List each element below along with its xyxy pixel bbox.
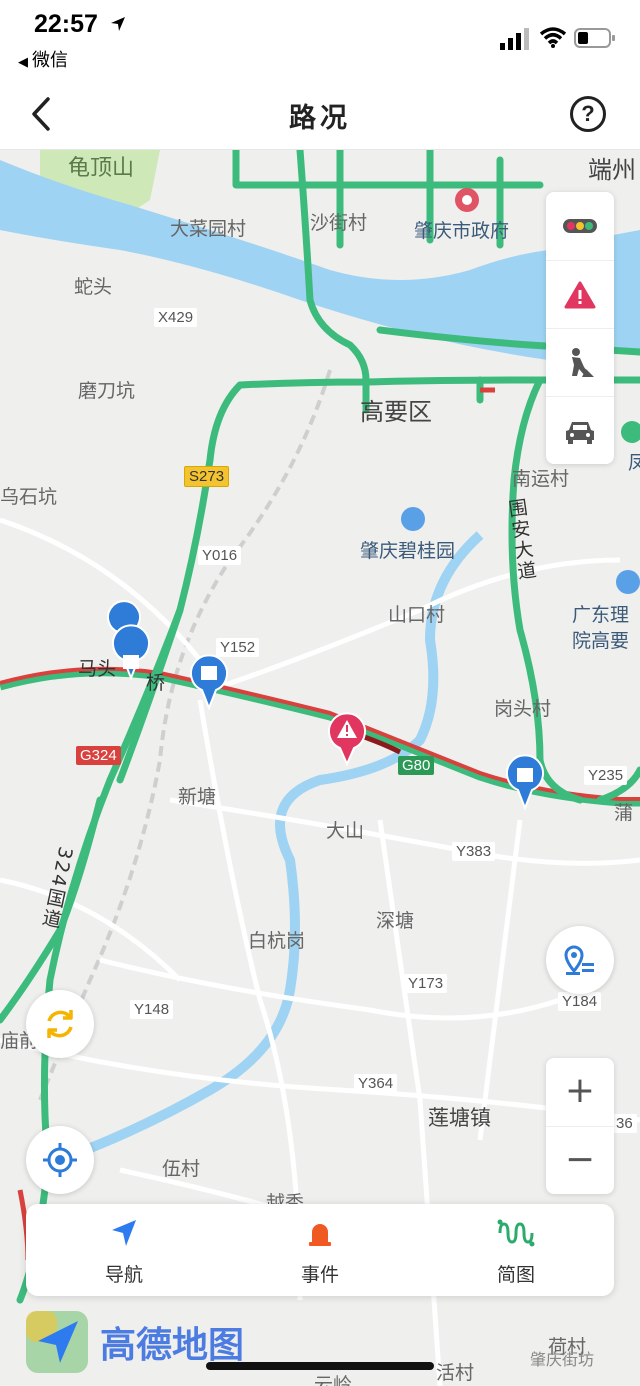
traffic-map[interactable]: 龟顶山 大菜园村 沙街村 肇庆市政府 端州 蛇头 磨刀坑 高要区 乌石坑 南运村… <box>0 150 640 1386</box>
place-label: 马头 <box>78 658 117 680</box>
estate-poi-marker <box>401 507 425 531</box>
warning-icon <box>564 281 596 308</box>
back-app-label: 微信 <box>32 50 68 71</box>
wifi-icon <box>540 27 566 48</box>
battery-icon <box>574 28 615 48</box>
road-shield: 36 <box>612 1114 637 1133</box>
crosshair-icon <box>43 1143 77 1177</box>
place-label: 深塘 <box>376 910 415 932</box>
vehicle-layer-button[interactable] <box>546 396 614 464</box>
route-button[interactable] <box>546 926 614 994</box>
nav-header: 路况 ? <box>0 80 640 150</box>
car-icon <box>566 421 594 444</box>
road-shield: G324 <box>76 746 121 765</box>
tab-events[interactable]: 事件 <box>222 1204 418 1296</box>
help-icon[interactable]: ? <box>570 96 606 132</box>
town-label: 莲塘镇 <box>428 1106 491 1130</box>
page-title: 路况 <box>289 103 351 134</box>
poi-label: 肇庆碧桂园 <box>360 540 456 562</box>
place-label: 山口村 <box>388 604 446 626</box>
place-label: 乌石坑 <box>0 486 58 508</box>
accident-marker[interactable] <box>328 712 366 767</box>
place-label: 蒲 <box>614 802 634 824</box>
place-label: 云岭 <box>314 1374 353 1386</box>
place-label: 大菜园村 <box>170 218 247 240</box>
back-triangle-icon: ◀ <box>18 55 28 70</box>
refresh-icon <box>47 1010 73 1038</box>
place-label: 伍村 <box>162 1158 201 1180</box>
school-poi-marker <box>616 570 640 594</box>
park-poi-marker <box>621 421 640 443</box>
screen: { "status_bar": { "time": "22:57", "back… <box>0 0 640 1386</box>
poi-label: 院高要 <box>572 630 630 652</box>
road-shield: Y383 <box>452 842 496 861</box>
road-shield: Y235 <box>584 766 628 785</box>
tab-events-label: 事件 <box>300 1264 339 1286</box>
place-label: 活村 <box>436 1362 475 1384</box>
status-time: 22:57 <box>34 10 98 38</box>
zoom-in-button[interactable]: + <box>546 1058 614 1126</box>
zoom-control: + − <box>546 1058 614 1194</box>
watermark: 肇庆街坊 <box>530 1350 595 1369</box>
toll-station-marker[interactable] <box>506 754 544 811</box>
place-label: 岗头村 <box>494 698 552 720</box>
traffic-light-layer-button[interactable] <box>546 192 614 260</box>
road-shield: Y184 <box>558 992 602 1011</box>
road-shield: Y148 <box>130 1000 174 1019</box>
place-label: 大山 <box>326 820 365 842</box>
my-location-button[interactable] <box>26 1126 94 1194</box>
place-label: 龟顶山 <box>68 156 135 181</box>
toll-station-marker[interactable] <box>190 654 228 711</box>
roadwork-layer-button[interactable] <box>546 328 614 396</box>
road-shield: G80 <box>398 756 435 775</box>
district-label: 端州 <box>588 156 636 184</box>
tab-sketch-map[interactable]: 简图 <box>418 1204 614 1296</box>
map-canvas <box>0 150 640 1386</box>
roadwork-icon <box>572 347 594 377</box>
bottom-tab-bar: 导航 事件 简图 <box>26 1204 614 1296</box>
event-siren-icon <box>309 1224 331 1246</box>
poi-label: 广东理 <box>572 604 630 626</box>
navigation-arrow-icon <box>112 1220 136 1246</box>
place-label: 蛇头 <box>74 276 113 298</box>
refresh-button[interactable] <box>26 990 94 1058</box>
location-arrow-icon <box>111 17 125 31</box>
status-bar: 22:57 ◀ 微信 <box>0 0 640 80</box>
cellular-signal-icon <box>500 28 529 50</box>
brand-name: 高德地图 <box>100 1325 245 1366</box>
road-shield: X429 <box>154 308 198 327</box>
poi-label: 凤田 <box>628 452 640 474</box>
route-sketch-icon <box>497 1219 535 1247</box>
tab-navigation[interactable]: 导航 <box>26 1204 222 1296</box>
road-shield: Y364 <box>354 1074 398 1093</box>
place-label: 白杭岗 <box>248 930 306 952</box>
road-shield: Y173 <box>404 974 448 993</box>
place-label: 新塘 <box>178 786 217 808</box>
road-shield: S273 <box>184 466 230 487</box>
tab-sketch-map-label: 简图 <box>496 1264 535 1286</box>
home-indicator[interactable] <box>206 1362 434 1370</box>
traffic-light-icon <box>563 219 597 233</box>
back-to-app[interactable]: ◀ 微信 <box>18 46 68 72</box>
location-list-icon <box>564 945 594 975</box>
poi-label: 肇庆市政府 <box>414 220 510 242</box>
place-label: 磨刀坑 <box>78 380 136 402</box>
amap-logo-icon <box>26 1311 88 1373</box>
accident-layer-button[interactable] <box>546 260 614 328</box>
place-label: 南运村 <box>512 468 570 490</box>
zoom-out-button[interactable]: − <box>546 1126 614 1194</box>
place-label: 桥 <box>146 672 166 694</box>
tab-navigation-label: 导航 <box>104 1264 143 1286</box>
road-shield: Y152 <box>216 638 260 657</box>
district-label: 高要区 <box>360 398 432 426</box>
road-shield: Y016 <box>198 546 242 565</box>
place-label: 沙街村 <box>310 212 368 234</box>
layer-toolbar <box>546 192 614 464</box>
